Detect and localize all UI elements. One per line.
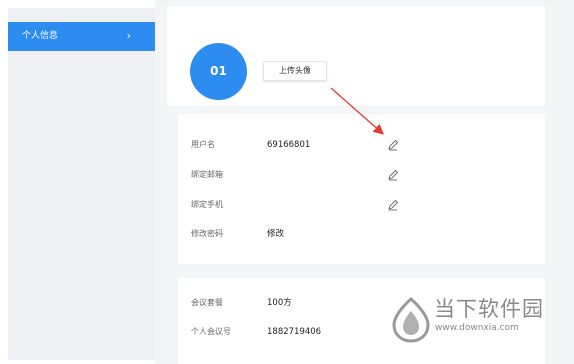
- avatar[interactable]: 01: [190, 43, 247, 100]
- upload-avatar-button[interactable]: 上传头像: [263, 61, 327, 81]
- profile-card: 01 上传头像: [167, 6, 545, 106]
- meeting-number-value: 1882719406: [267, 327, 322, 337]
- meeting-number-label: 个人会议号: [191, 327, 231, 336]
- bind-phone-label: 绑定手机: [191, 200, 223, 209]
- row-bind-phone: 绑定手机: [178, 197, 545, 213]
- row-username: 用户名 69166801: [178, 137, 545, 153]
- watermark-logo-icon: [392, 297, 430, 343]
- row-change-password: 修改密码 修改: [178, 226, 545, 242]
- edit-pencil-icon[interactable]: [386, 168, 400, 182]
- sidebar-item-label: 个人信息: [22, 31, 59, 41]
- chevron-right-icon: ›: [126, 29, 131, 42]
- top-strip: [155, 0, 555, 5]
- meeting-plan-label: 会议套餐: [191, 298, 223, 307]
- watermark: 当下软件园 www.downxia.com: [388, 287, 574, 364]
- account-info-card: 用户名 69166801 绑定邮箱 绑定手机 修改密码 修改: [178, 114, 545, 264]
- watermark-url: www.downxia.com: [435, 323, 519, 333]
- username-value: 69166801: [267, 140, 311, 150]
- row-bind-email: 绑定邮箱: [178, 167, 545, 183]
- edit-pencil-icon[interactable]: [386, 138, 400, 152]
- sidebar-item-personal-info[interactable]: 个人信息 ›: [8, 22, 155, 51]
- sidebar: 个人信息 ›: [8, 8, 155, 360]
- change-password-label: 修改密码: [191, 229, 223, 238]
- bind-email-label: 绑定邮箱: [191, 170, 223, 179]
- edit-pencil-icon[interactable]: [386, 198, 400, 212]
- change-password-link[interactable]: 修改: [267, 226, 284, 242]
- watermark-title: 当下软件园: [434, 297, 544, 321]
- username-label: 用户名: [191, 140, 215, 149]
- meeting-plan-value: 100方: [267, 298, 292, 308]
